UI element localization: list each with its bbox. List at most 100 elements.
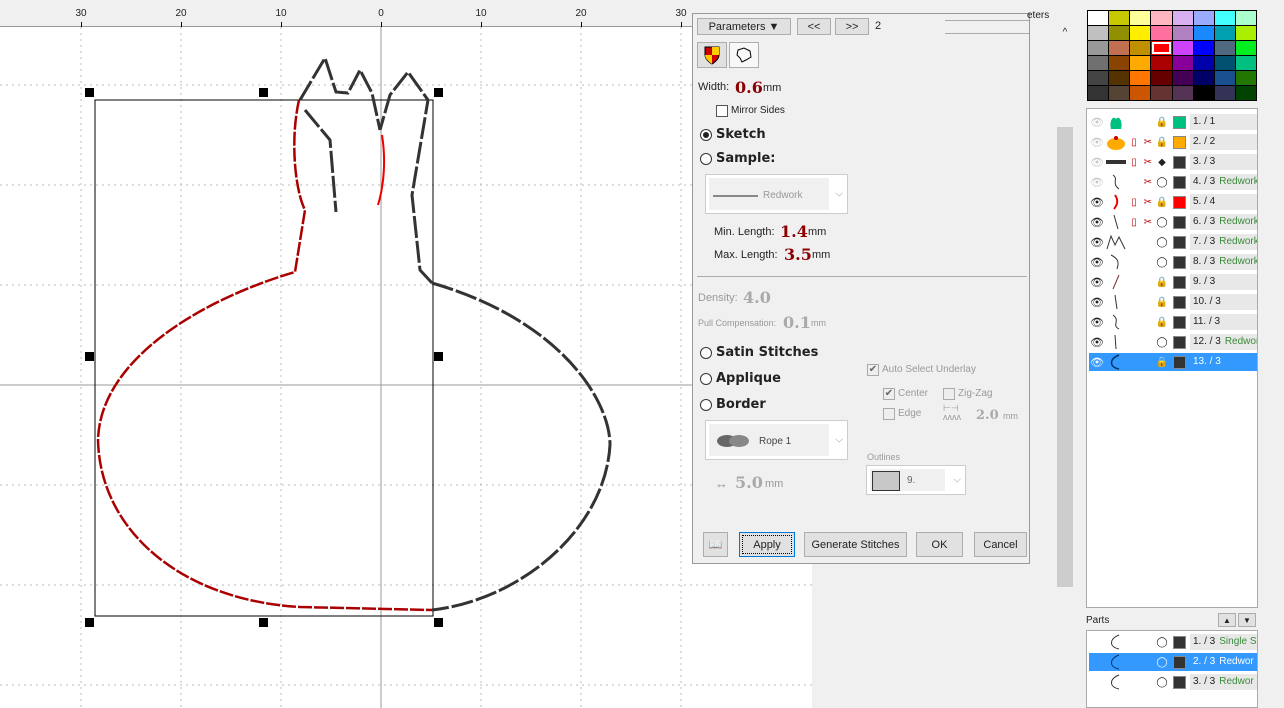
design-drawing[interactable] — [0, 27, 812, 708]
color-swatch[interactable] — [1109, 86, 1130, 100]
border-width-value[interactable]: 5.0 — [735, 473, 763, 492]
color-swatch[interactable] — [1172, 56, 1193, 70]
eye-icon[interactable]: 👁 — [1089, 256, 1105, 269]
layer-color[interactable] — [1173, 355, 1186, 369]
color-swatch[interactable] — [1130, 86, 1151, 100]
eye-icon[interactable]: 👁 — [1089, 276, 1105, 289]
generate-stitches-button[interactable]: Generate Stitches — [804, 532, 907, 557]
color-swatch[interactable] — [1109, 41, 1130, 55]
stitch-type-icon[interactable]: ◯ — [1155, 637, 1169, 648]
stitch-type-icon[interactable]: ◯ — [1155, 217, 1169, 228]
color-swatch[interactable] — [1172, 71, 1193, 85]
scroll-up-icon[interactable]: ^ — [1055, 27, 1075, 38]
eye-icon[interactable]: 👁 — [1089, 156, 1105, 169]
stitch-type-icon[interactable]: ◯ — [1155, 257, 1169, 268]
color-swatch[interactable] — [1151, 71, 1172, 85]
color-swatch[interactable] — [1214, 26, 1235, 40]
color-swatch[interactable] — [1151, 86, 1172, 100]
layer-color[interactable] — [1173, 315, 1186, 329]
lock-icon[interactable]: 🔒 — [1155, 117, 1169, 128]
apply-button[interactable]: Apply — [739, 532, 795, 557]
color-swatch[interactable] — [1172, 26, 1193, 40]
color-swatch[interactable] — [1172, 41, 1193, 55]
parameters-dropdown-button[interactable]: Parameters ▼ — [697, 18, 791, 35]
mirror-sides-checkbox[interactable] — [716, 105, 728, 117]
stitch-type-icon[interactable]: ◆ — [1155, 157, 1169, 168]
part-row[interactable]: ◯ 3. / 3 Redwor — [1089, 673, 1257, 691]
outline-stitch-icon[interactable] — [729, 42, 759, 68]
layer-row[interactable]: 👁 ▯ ✂ ◯ 6. / 3 Redwork — [1089, 213, 1257, 231]
layer-color[interactable] — [1173, 235, 1186, 249]
color-swatch[interactable] — [1235, 71, 1256, 85]
shield-icon[interactable] — [697, 42, 727, 68]
lock-icon[interactable]: 🔒 — [1155, 277, 1169, 288]
color-swatch[interactable] — [1235, 86, 1256, 100]
scrollbar-thumb[interactable] — [1057, 127, 1073, 587]
lock-icon[interactable]: 🔒 — [1155, 197, 1169, 208]
color-swatch[interactable] — [1151, 41, 1172, 55]
color-swatch[interactable] — [1151, 11, 1172, 25]
satin-radio[interactable] — [700, 347, 712, 359]
zigzag-checkbox[interactable] — [943, 388, 955, 400]
design-canvas[interactable] — [0, 27, 812, 708]
scrollbar[interactable]: ^ — [1055, 27, 1075, 587]
color-swatch[interactable] — [1193, 26, 1214, 40]
move-down-button[interactable]: ▼ — [1238, 613, 1256, 627]
help-book-icon[interactable]: 📖 — [703, 532, 728, 557]
part-color[interactable] — [1173, 655, 1186, 669]
layer-color[interactable] — [1173, 155, 1186, 169]
auto-underlay-checkbox[interactable]: ✔ — [867, 364, 879, 376]
border-select[interactable]: Rope 1 ⌵ — [705, 420, 848, 460]
color-swatch[interactable] — [1235, 26, 1256, 40]
color-swatch[interactable] — [1130, 56, 1151, 70]
color-swatch[interactable] — [1088, 41, 1109, 55]
pull-compensation-value[interactable]: 0.1 — [783, 313, 811, 332]
color-swatch[interactable] — [1088, 71, 1109, 85]
cancel-button[interactable]: Cancel — [974, 532, 1027, 557]
stitch-type-icon[interactable]: ◯ — [1155, 237, 1169, 248]
min-length-value[interactable]: 1.4 — [780, 222, 808, 241]
color-swatch[interactable] — [1235, 41, 1256, 55]
color-swatch[interactable] — [1214, 41, 1235, 55]
color-swatch[interactable] — [1109, 71, 1130, 85]
zigzag-value[interactable]: 2.0 — [976, 408, 999, 423]
density-value[interactable]: 4.0 — [743, 288, 771, 307]
color-swatch[interactable] — [1088, 86, 1109, 100]
color-swatch[interactable] — [1193, 11, 1214, 25]
edge-checkbox[interactable] — [883, 408, 895, 420]
layer-color[interactable] — [1173, 295, 1186, 309]
layer-color[interactable] — [1173, 255, 1186, 269]
stitch-type-icon[interactable]: ◯ — [1155, 337, 1169, 348]
lock-icon[interactable]: 🔒 — [1155, 357, 1169, 368]
color-swatch[interactable] — [1193, 41, 1214, 55]
next-button[interactable]: >> — [835, 18, 869, 35]
outlines-select[interactable]: 9. ⌵ — [866, 465, 966, 495]
layer-row[interactable]: 👁 ▯ ✂ 🔒 5. / 4 — [1089, 193, 1257, 211]
color-swatch[interactable] — [1151, 56, 1172, 70]
part-color[interactable] — [1173, 635, 1186, 649]
layer-color[interactable] — [1173, 135, 1186, 149]
eye-icon[interactable]: 👁 — [1089, 196, 1105, 209]
layer-row[interactable]: 👁 ◯ 7. / 3 Redwork — [1089, 233, 1257, 251]
layer-color[interactable] — [1173, 115, 1186, 129]
part-row[interactable]: ◯ 2. / 3 Redwor — [1089, 653, 1257, 671]
layer-row[interactable]: 👁 ▯ ✂ ◆ 3. / 3 — [1089, 153, 1257, 171]
color-swatch[interactable] — [1172, 11, 1193, 25]
color-swatch[interactable] — [1214, 11, 1235, 25]
color-swatch[interactable] — [1088, 56, 1109, 70]
move-up-button[interactable]: ▲ — [1218, 613, 1236, 627]
eye-icon[interactable]: 👁 — [1089, 236, 1105, 249]
layer-row[interactable]: 👁 🔒 9. / 3 — [1089, 273, 1257, 291]
applique-radio[interactable] — [700, 373, 712, 385]
layer-row[interactable]: 👁 ◯ 12. / 3Redwork — [1089, 333, 1257, 351]
stitch-type-icon[interactable]: ◯ — [1155, 677, 1169, 688]
layer-row[interactable]: 👁 ◯ 8. / 3 Redwork — [1089, 253, 1257, 271]
layer-row[interactable]: 👁 🔒 13. / 3 — [1089, 353, 1257, 371]
layer-row[interactable]: 👁 ▯ ✂ 🔒 2. / 2 — [1089, 133, 1257, 151]
part-row[interactable]: ◯ 1. / 3 Single S — [1089, 633, 1257, 651]
center-checkbox[interactable]: ✔ — [883, 388, 895, 400]
color-swatch[interactable] — [1193, 71, 1214, 85]
color-swatch[interactable] — [1130, 11, 1151, 25]
eye-icon[interactable]: 👁 — [1089, 216, 1105, 229]
color-swatch[interactable] — [1109, 56, 1130, 70]
